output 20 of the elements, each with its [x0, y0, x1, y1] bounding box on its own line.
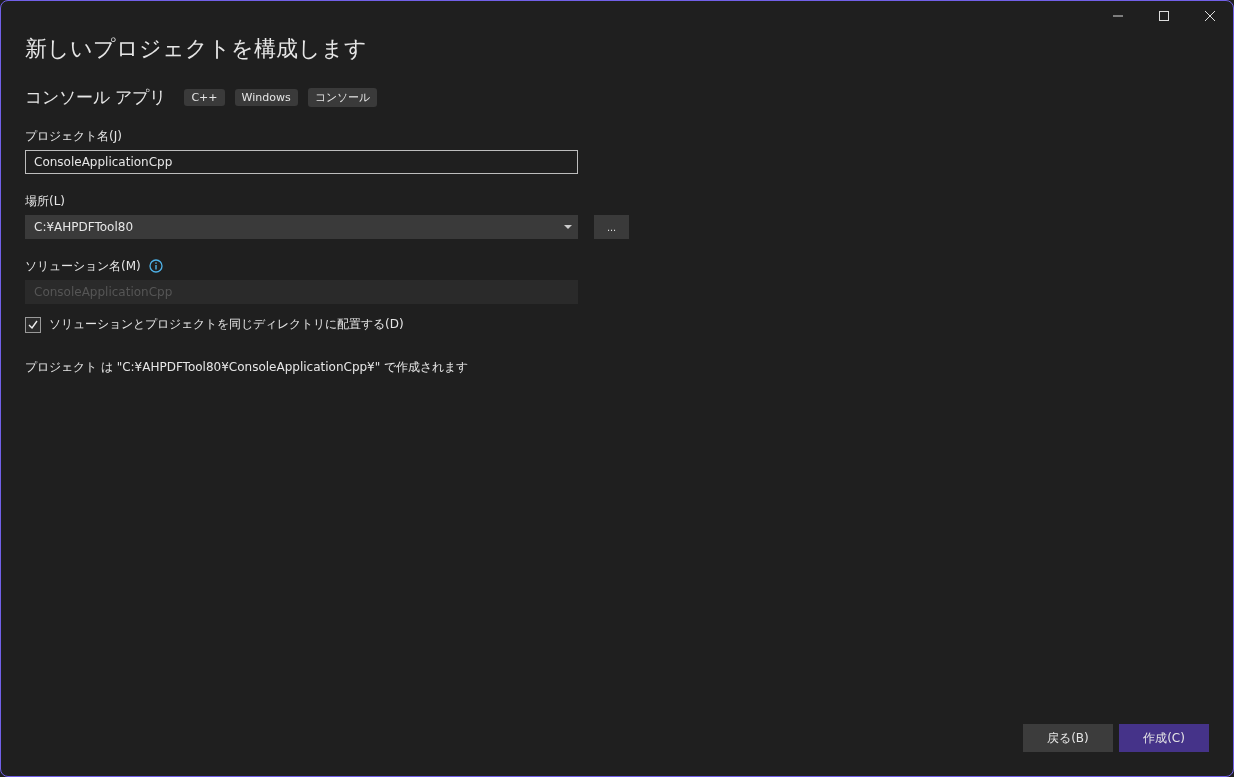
- checkbox-label: ソリューションとプロジェクトを同じディレクトリに配置する(D): [49, 316, 404, 333]
- maximize-icon: [1156, 9, 1172, 23]
- field-label: ソリューション名(M): [25, 257, 141, 275]
- tag-badge: C++: [184, 89, 225, 106]
- back-button[interactable]: 戻る(B): [1023, 724, 1113, 752]
- caret-icon: [564, 224, 572, 230]
- tag-badge: コンソール: [307, 88, 377, 107]
- field-label: 場所(L): [25, 192, 66, 210]
- text-field[interactable]: ConsoleApplicationCpp: [25, 150, 578, 174]
- project-path-text: プロジェクト は "C:¥AHPDFTool80¥ConsoleApplicationCpp¥" で作成されます: [25, 359, 470, 376]
- browse-button[interactable]: ...: [594, 215, 629, 239]
- location-dropdown[interactable]: C:¥AHPDFTool80: [25, 215, 578, 239]
- create-button[interactable]: 作成(C): [1119, 724, 1209, 752]
- checkmark-icon: [28, 320, 38, 329]
- window-title: 新しいプロジェクトを構成します: [25, 35, 368, 63]
- checkbox[interactable]: [25, 316, 41, 333]
- template-name: コンソール アプリ: [25, 86, 167, 109]
- close-icon: [1202, 9, 1218, 23]
- field-label: プロジェクト名(J): [25, 127, 122, 145]
- tag-badge: Windows: [234, 89, 298, 106]
